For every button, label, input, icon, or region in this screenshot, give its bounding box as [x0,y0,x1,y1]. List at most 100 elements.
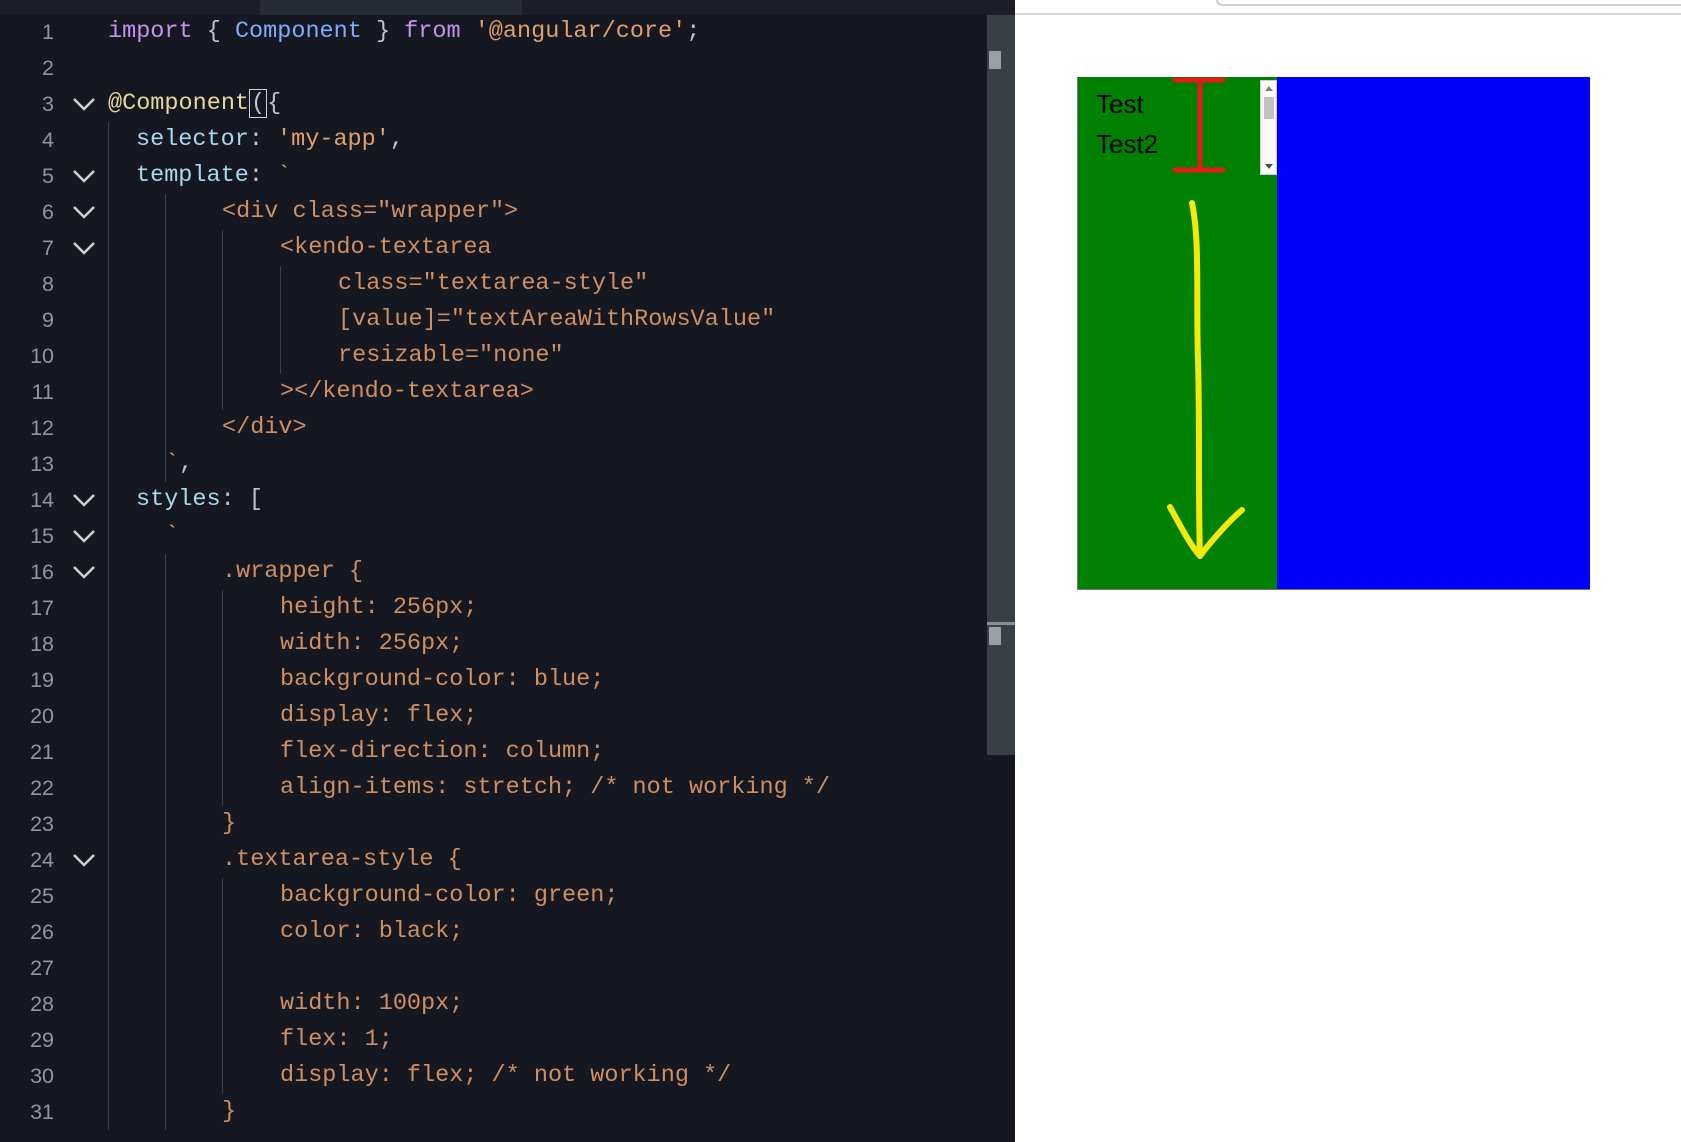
code-line[interactable]: 11 ></kendo-textarea> [0,374,985,410]
code-token: background-color: green; [280,882,619,909]
code-token: styles [136,486,221,513]
code-text: selector: 'my-app', [136,122,404,158]
code-line[interactable]: 4 selector: 'my-app', [0,122,985,158]
line-number: 3 [42,92,54,116]
code-line[interactable]: 27 [0,950,985,986]
code-text: ></kendo-textarea> [280,374,534,410]
code-token: width: 256px; [280,630,464,657]
editor-tab[interactable] [260,0,522,15]
line-number: 20 [30,704,54,728]
code-token: } [222,810,237,837]
code-token: resizable="none" [338,342,564,369]
down-arrow-annotation [1167,200,1245,559]
code-token: class="textarea-style" [338,270,649,297]
code-text: <kendo-textarea [280,230,492,266]
code-token: { [267,90,282,117]
fold-chevron-down-icon[interactable] [71,852,97,868]
code-text: resizable="none" [338,338,564,374]
fold-chevron-down-icon[interactable] [71,204,97,220]
code-line[interactable]: 19 background-color: blue; [0,662,985,698]
code-text: } [222,806,236,842]
code-line[interactable]: 25 background-color: green; [0,878,985,914]
code-line[interactable]: 22 align-items: stretch; /* not working *… [0,770,985,806]
preview-pane: Test Test2 [1015,0,1681,1142]
code-line[interactable]: 21 flex-direction: column; [0,734,985,770]
code-text: display: flex; [280,698,477,734]
fold-chevron-down-icon[interactable] [71,240,97,256]
line-number: 4 [42,128,54,152]
code-token: width: 100px; [280,990,464,1017]
editor-tab-strip [0,0,1015,15]
code-line[interactable]: 28 width: 100px; [0,986,985,1022]
code-token: ; [686,18,701,45]
code-token: height: 256px; [280,594,478,621]
editor-scrollbar[interactable] [987,15,1015,755]
line-number: 21 [30,740,54,764]
fold-chevron-down-icon[interactable] [71,168,97,184]
code-token: background-color: blue; [280,666,605,693]
code-token: selector [136,126,249,153]
code-line[interactable]: 6 <div class="wrapper"> [0,194,985,230]
code-line[interactable]: 29 flex: 1; [0,1022,985,1058]
code-line[interactable]: 24 .textarea-style { [0,842,985,878]
code-line[interactable]: 7 <kendo-textarea [0,230,985,266]
code-token: align-items: stretch; /* not working */ [280,774,830,801]
code-token: ` [165,522,180,549]
line-number: 31 [30,1100,54,1124]
code-line[interactable]: 20 display: flex; [0,698,985,734]
code-token: : [ [220,486,263,513]
line-number: 8 [42,272,54,296]
code-line[interactable]: 26 color: black; [0,914,985,950]
code-text: @Component({ [108,86,281,122]
code-token: '@angular/core' [474,18,687,45]
code-editor[interactable]: 1 import { Component } from '@angular/cor… [0,0,1015,1142]
code-text: background-color: blue; [280,662,604,698]
code-token: 'my-app' [277,126,390,153]
code-line[interactable]: 31} [0,1094,985,1130]
code-token: flex-direction: column; [280,738,605,765]
code-text: <div class="wrapper"> [222,194,518,230]
code-line[interactable]: 18 width: 256px; [0,626,985,662]
code-token: display: flex; /* not working */ [280,1062,732,1089]
code-line[interactable]: 15 ` [0,518,985,554]
line-number: 9 [42,308,54,332]
fold-chevron-down-icon[interactable] [71,564,97,580]
code-text: flex-direction: column; [280,734,604,770]
code-line[interactable]: 3 @Component({ [0,86,985,122]
code-line[interactable]: 16 .wrapper { [0,554,985,590]
code-line[interactable]: 30 display: flex; /* not working */ [0,1058,985,1094]
code-line[interactable]: 9 [value]="textAreaWithRowsValue" [0,302,985,338]
code-token: @Component [108,90,250,117]
line-number: 16 [30,560,54,584]
code-line[interactable]: 1 import { Component } from '@angular/cor… [0,14,985,50]
code-text: display: flex; /* not working */ [280,1058,731,1094]
code-line[interactable]: 10 resizable="none" [0,338,985,374]
code-line[interactable]: 14 styles: [ [0,482,985,518]
code-text: height: 256px; [280,590,477,626]
code-line[interactable]: 8 class="textarea-style" [0,266,985,302]
code-text: ` [165,518,179,554]
line-number: 12 [30,416,54,440]
code-line[interactable]: 5 template: ` [0,158,985,194]
code-token: { [192,18,235,45]
code-token: </div> [222,414,307,441]
code-text: width: 100px; [280,986,463,1022]
code-text: `, [165,446,193,482]
code-token: } [361,18,405,45]
code-line[interactable]: 17 height: 256px; [0,590,985,626]
fold-chevron-down-icon[interactable] [71,492,97,508]
line-number: 7 [42,236,54,260]
scrollbar-thumb[interactable] [989,51,1001,69]
code-line[interactable]: 13 `, [0,446,985,482]
code-token: .textarea-style { [222,846,462,873]
code-line[interactable]: 23} [0,806,985,842]
fold-chevron-down-icon[interactable] [71,96,97,112]
code-token: <kendo-textarea [280,234,492,261]
code-text: </div> [222,410,307,446]
line-number: 10 [30,344,54,368]
code-text: } [222,1094,236,1130]
code-line[interactable]: 12 </div> [0,410,985,446]
code-line[interactable]: 2 [0,50,985,86]
fold-chevron-down-icon[interactable] [71,528,97,544]
code-text: styles: [ [136,482,263,518]
